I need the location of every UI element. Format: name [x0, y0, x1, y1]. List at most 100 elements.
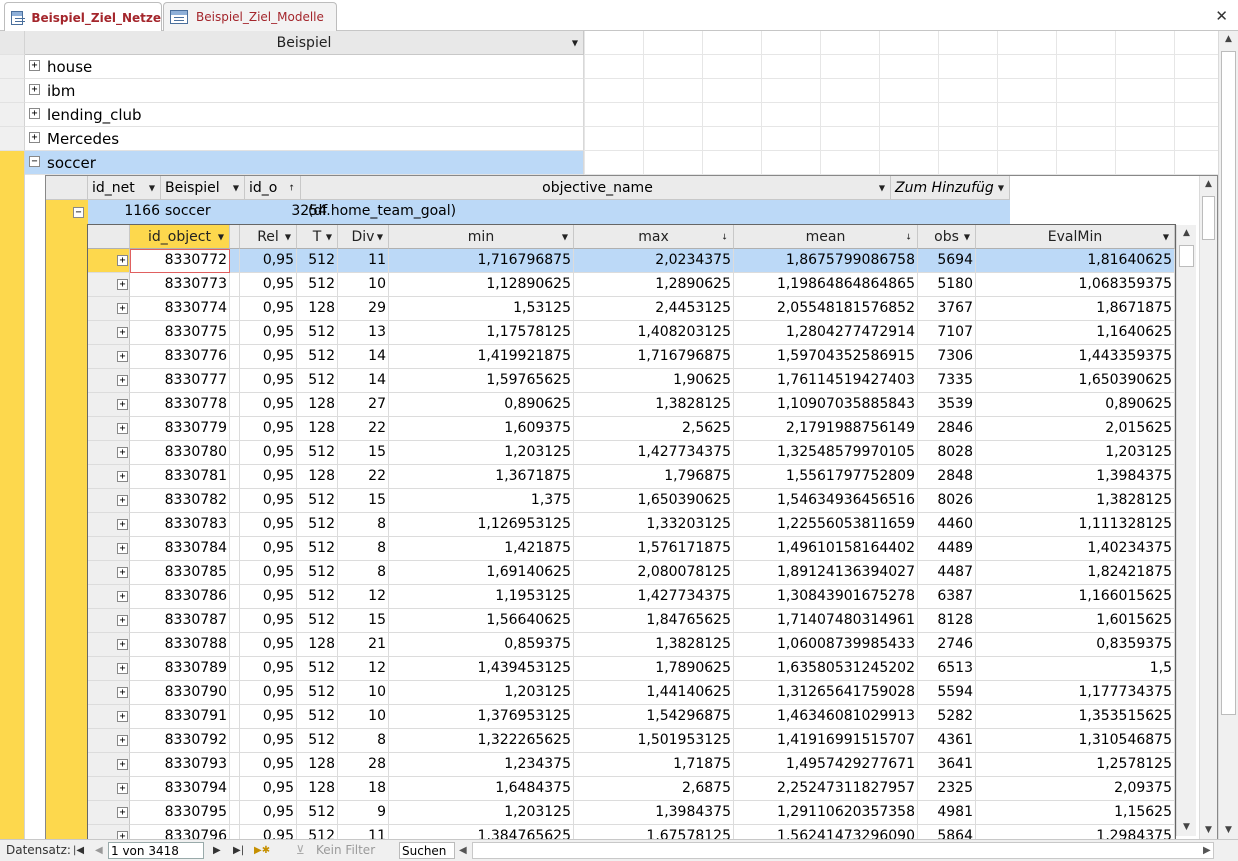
list-item[interactable]: + lending_club — [25, 103, 584, 127]
cell-id-object[interactable]: 8330786 — [130, 585, 230, 609]
cell-obs[interactable]: 4361 — [918, 729, 976, 753]
record-selector[interactable] — [0, 55, 25, 79]
sort-icon[interactable]: ↓ — [905, 232, 912, 241]
expand-icon[interactable]: + — [117, 255, 128, 266]
cell-rel[interactable]: 0,95 — [240, 513, 297, 537]
expand-icon[interactable]: + — [117, 447, 128, 458]
cell-min[interactable]: 1,234375 — [389, 753, 574, 777]
cell-max[interactable]: 1,501953125 — [574, 729, 734, 753]
scroll-up-icon[interactable]: ▲ — [1177, 225, 1196, 242]
record-selector[interactable]: + — [88, 729, 130, 753]
cell-min[interactable]: 1,419921875 — [389, 345, 574, 369]
cell-evalmin[interactable]: 1,443359375 — [976, 345, 1175, 369]
record-selector[interactable]: + — [88, 513, 130, 537]
cell-t[interactable]: 512 — [297, 489, 338, 513]
table-row[interactable]: +8330780 0,95 512 15 1,203125 1,427734375 1,32… — [88, 441, 1175, 465]
record-selector[interactable]: + — [88, 825, 130, 839]
cell-div[interactable]: 9 — [338, 801, 389, 825]
cell-rel[interactable]: 0,95 — [240, 825, 297, 839]
cell-mean[interactable]: 1,54634936456516 — [734, 489, 918, 513]
cell-obs[interactable]: 2846 — [918, 417, 976, 441]
table-row[interactable]: +8330773 0,95 512 10 1,12890625 1,2890625 1,19… — [88, 273, 1175, 297]
cell-min[interactable]: 1,59765625 — [389, 369, 574, 393]
cell-obs[interactable]: 7107 — [918, 321, 976, 345]
cell-div[interactable]: 21 — [338, 633, 389, 657]
column-header-max[interactable]: max ↓ — [574, 225, 734, 249]
record-selector[interactable]: + — [88, 801, 130, 825]
column-header-div[interactable]: Div ▼ — [338, 225, 389, 249]
cell-rel[interactable]: 0,95 — [240, 393, 297, 417]
cell-min[interactable]: 1,3671875 — [389, 465, 574, 489]
cell-min[interactable]: 1,12890625 — [389, 273, 574, 297]
scrollbar-vertical[interactable]: ▲ ▼ — [1199, 176, 1217, 839]
cell-id-object[interactable]: 8330774 — [130, 297, 230, 321]
table-row[interactable]: +8330787 0,95 512 15 1,56640625 1,84765625 1,7… — [88, 609, 1175, 633]
cell-id-object[interactable]: 8330790 — [130, 681, 230, 705]
cell-id-object[interactable]: 8330782 — [130, 489, 230, 513]
cell-min[interactable]: 1,322265625 — [389, 729, 574, 753]
record-selector[interactable]: + — [88, 297, 130, 321]
cell-min[interactable]: 1,69140625 — [389, 561, 574, 585]
cell-rel[interactable]: 0,95 — [240, 489, 297, 513]
horizontal-scrollbar-track[interactable] — [472, 842, 1214, 859]
cell-div[interactable]: 8 — [338, 729, 389, 753]
cell-t[interactable]: 512 — [297, 321, 338, 345]
cell-mean[interactable]: 1,5561797752809 — [734, 465, 918, 489]
cell-obs[interactable]: 2746 — [918, 633, 976, 657]
cell-min[interactable]: 1,1953125 — [389, 585, 574, 609]
cell-mean[interactable]: 1,49610158164402 — [734, 537, 918, 561]
chevron-down-icon[interactable]: ▼ — [326, 232, 332, 241]
expand-icon[interactable]: + — [29, 132, 40, 143]
cell-t[interactable]: 512 — [297, 585, 338, 609]
cell-t[interactable]: 512 — [297, 729, 338, 753]
cell-rel[interactable]: 0,95 — [240, 585, 297, 609]
expand-icon[interactable]: + — [117, 711, 128, 722]
cell-id-object[interactable]: 8330772 — [130, 249, 230, 273]
cell-min[interactable]: 1,716796875 — [389, 249, 574, 273]
cell-mean[interactable]: 1,76114519427403 — [734, 369, 918, 393]
column-header-beispiel[interactable]: Beispiel ▼ — [25, 31, 584, 55]
record-selector[interactable] — [0, 103, 25, 127]
cell-t[interactable]: 512 — [297, 441, 338, 465]
cell-obs[interactable]: 8128 — [918, 609, 976, 633]
cell-separator[interactable] — [230, 705, 240, 729]
expand-icon[interactable]: + — [29, 60, 40, 71]
cell-separator[interactable] — [230, 273, 240, 297]
cell-min[interactable]: 0,859375 — [389, 633, 574, 657]
table-row[interactable]: +8330789 0,95 512 12 1,439453125 1,7890625 1,6… — [88, 657, 1175, 681]
chevron-down-icon[interactable]: ▼ — [572, 38, 578, 47]
cell-max[interactable]: 1,3984375 — [574, 801, 734, 825]
record-selector[interactable]: + — [88, 345, 130, 369]
record-selector[interactable]: + — [88, 657, 130, 681]
cell-max[interactable]: 1,796875 — [574, 465, 734, 489]
column-header-obs[interactable]: obs ▼ — [918, 225, 976, 249]
record-selector[interactable]: + — [88, 585, 130, 609]
cell-evalmin[interactable]: 0,8359375 — [976, 633, 1175, 657]
cell-t[interactable]: 512 — [297, 681, 338, 705]
cell-rel[interactable]: 0,95 — [240, 369, 297, 393]
table-row[interactable]: +8330793 0,95 128 28 1,234375 1,71875 1,495742… — [88, 753, 1175, 777]
list-item[interactable]: + Mercedes — [25, 127, 584, 151]
tab-beispiel-ziel-netze[interactable]: Beispiel_Ziel_Netze — [4, 2, 162, 32]
table-row[interactable]: +8330795 0,95 512 9 1,203125 1,3984375 1,29110… — [88, 801, 1175, 825]
cell-id-object[interactable]: 8330792 — [130, 729, 230, 753]
table-row[interactable]: +8330776 0,95 512 14 1,419921875 1,716796875 1… — [88, 345, 1175, 369]
cell-mean[interactable]: 1,10907035885843 — [734, 393, 918, 417]
scroll-down-icon[interactable]: ▼ — [1177, 819, 1196, 836]
expand-icon[interactable]: + — [117, 639, 128, 650]
cell-evalmin[interactable]: 1,2578125 — [976, 753, 1175, 777]
cell-evalmin[interactable]: 2,015625 — [976, 417, 1175, 441]
table-row[interactable]: +8330786 0,95 512 12 1,1953125 1,427734375 1,3… — [88, 585, 1175, 609]
cell-div[interactable]: 8 — [338, 513, 389, 537]
cell-evalmin[interactable]: 1,310546875 — [976, 729, 1175, 753]
record-selector-current[interactable] — [0, 151, 25, 840]
record-selector[interactable]: + — [88, 441, 130, 465]
cell-min[interactable]: 1,6484375 — [389, 777, 574, 801]
expand-icon[interactable]: + — [117, 351, 128, 362]
cell-div[interactable]: 11 — [338, 249, 389, 273]
column-header-evalmin[interactable]: EvalMin ▼ — [976, 225, 1175, 249]
cell-div[interactable]: 8 — [338, 561, 389, 585]
cell-t[interactable]: 512 — [297, 801, 338, 825]
cell-mean[interactable]: 1,30843901675278 — [734, 585, 918, 609]
cell-max[interactable]: 1,2890625 — [574, 273, 734, 297]
